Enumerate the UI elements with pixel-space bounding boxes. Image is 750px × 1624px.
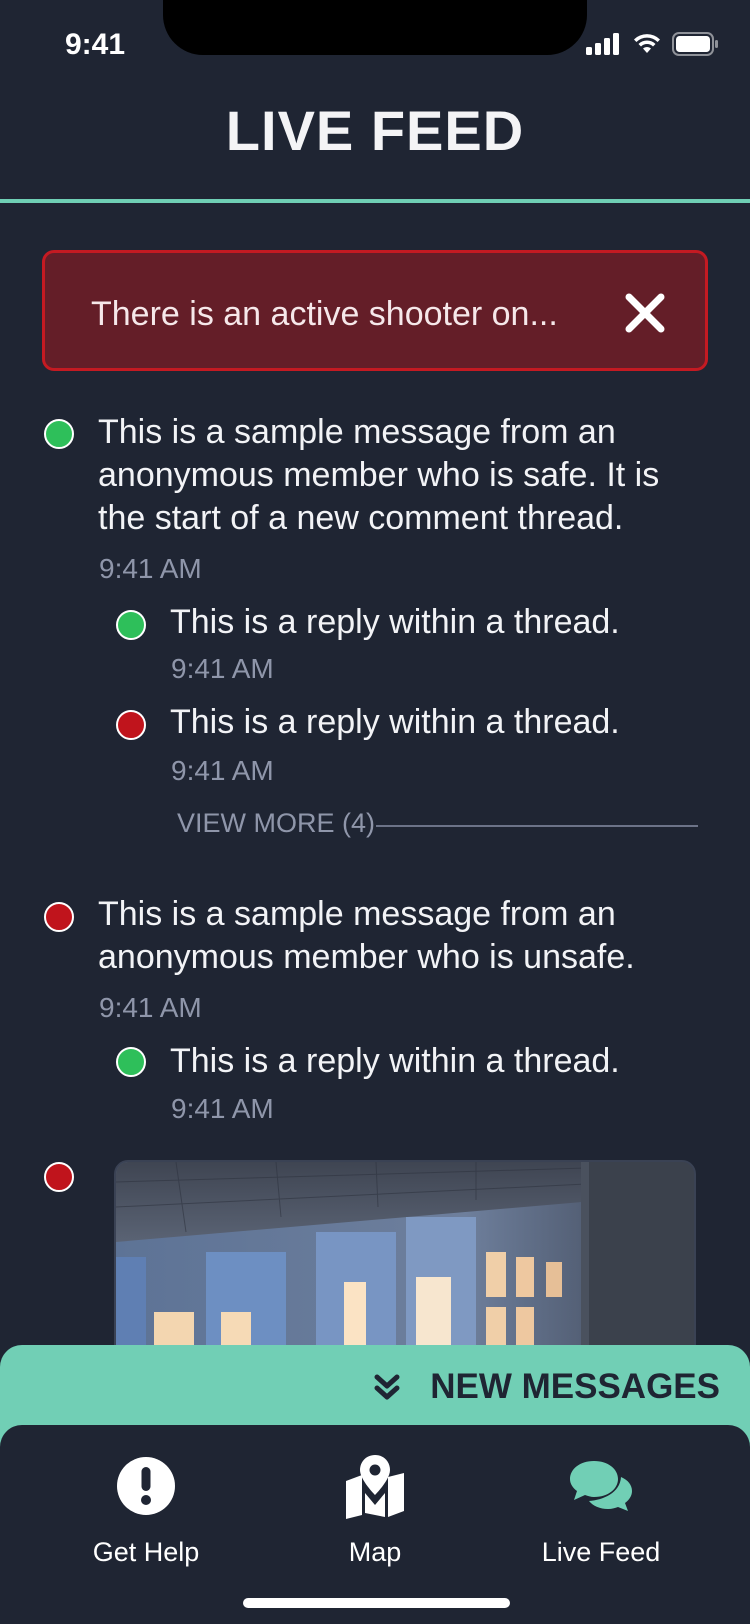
reply-text: This is a reply within a thread. [170,703,620,741]
tab-label: Live Feed [541,1537,661,1567]
message-line: This is a sample message from an [98,413,616,451]
reply-timestamp: 9:41 AM [171,1093,274,1124]
status-icons [586,32,720,56]
page-title: LIVE FEED [225,99,525,162]
alert-text: There is an active shooter on... [91,295,558,333]
safe-status-dot [44,419,74,449]
reply-timestamp: 9:41 AM [171,653,274,684]
message-timestamp: 9:41 AM [99,992,202,1023]
chat-bubbles-icon [570,1461,632,1511]
status-bar: 9:41 [0,0,750,90]
new-messages-label: NEW MESSAGES [430,1367,720,1406]
close-icon[interactable] [623,291,667,335]
unsafe-status-dot [116,710,146,740]
tab-live-feed[interactable]: Live Feed [501,1425,701,1575]
unsafe-status dot [44,902,74,932]
message-line: anonymous member who is unsafe. [98,938,635,976]
header-divider [0,199,750,203]
view-more-link[interactable]: VIEW MORE (4) [177,808,375,839]
map-pin-icon [346,1455,404,1519]
home-indicator[interactable] [243,1598,510,1608]
status-time: 9:41 [65,28,126,61]
message-timestamp: 9:41 AM [99,553,202,584]
tab-label: Map [348,1537,402,1567]
safe-status-dot [116,610,146,640]
signal-icon [586,33,619,55]
message-line: the start of a new comment thread. [98,499,624,537]
tab-label: Get Help [92,1537,200,1567]
reply-text: This is a reply within a thread. [170,603,620,641]
alert-banner[interactable]: There is an active shooter on... [42,250,708,371]
unsafe-status-dot [44,1162,74,1192]
device-notch [163,0,587,55]
view-more-divider [376,825,698,827]
safe-status-dot [116,1047,146,1077]
battery-icon [672,32,718,56]
reply-text: This is a reply within a thread. [170,1042,620,1080]
message-line: anonymous member who is safe. It is [98,456,660,494]
tab-map[interactable]: Map [275,1425,475,1575]
reply-timestamp: 9:41 AM [171,755,274,786]
message-line: This is a sample message from an [98,895,616,933]
exclamation-circle-icon [117,1457,175,1515]
wifi-icon [634,34,660,53]
tab-get-help[interactable]: Get Help [46,1425,246,1575]
tab-bar: Get Help Map Live Feed [0,1425,750,1624]
chevron-double-down-icon [374,1374,400,1400]
